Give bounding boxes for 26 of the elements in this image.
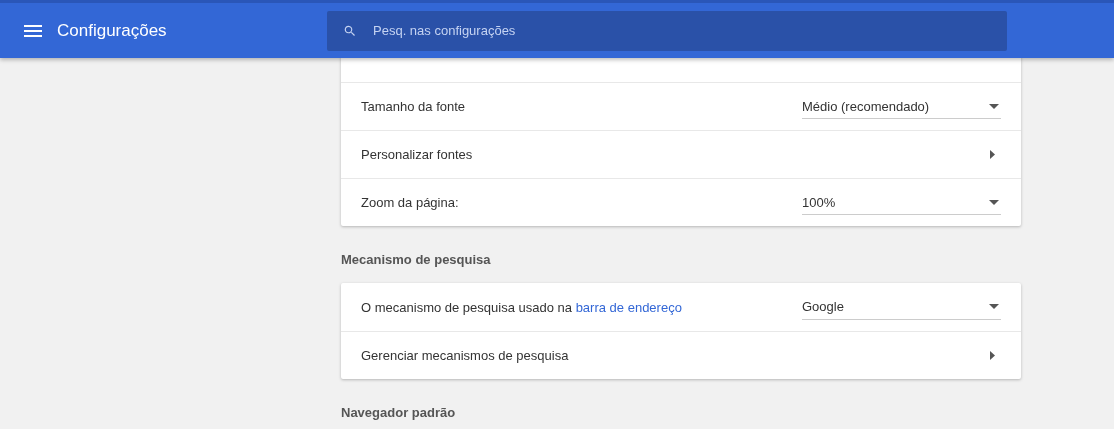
row-label: O mecanismo de pesquisa usado na barra de endereço	[361, 299, 683, 315]
caret-icon	[989, 304, 999, 309]
search-field[interactable]: Pesq. nas configurações	[327, 10, 1007, 51]
row-label: Gerenciar mecanismos de pesquisa	[361, 348, 570, 363]
dropdown[interactable]: Google	[802, 294, 1001, 320]
dropdown[interactable]: Médio (recomendado)	[802, 94, 1001, 119]
address-bar-link[interactable]: barra de endereço	[575, 299, 682, 315]
caret-icon	[989, 199, 999, 205]
row-label: Zoom da página:	[361, 195, 460, 210]
arrow-right-icon	[990, 351, 995, 360]
settings-row[interactable]: O mecanismo de pesquisa usado na barra de endereço Google	[341, 283, 1021, 331]
row-label: Personalizar fontes	[361, 147, 474, 162]
search-icon	[343, 23, 357, 38]
arrow-right-icon	[990, 150, 995, 159]
caret-icon	[989, 103, 999, 109]
row-label: Tamanho da fonte	[361, 99, 467, 114]
page-title: Configurações	[57, 20, 168, 41]
settings-row[interactable]: Tamanho da fonte Médio (recomendado)	[341, 82, 1021, 130]
search-input[interactable]: Pesq. nas configurações	[371, 22, 1007, 39]
menu-icon[interactable]	[24, 24, 42, 37]
settings-row[interactable]: Personalizar fontes	[341, 130, 1021, 178]
section-heading: Navegador padrão	[341, 404, 457, 420]
section-heading: Mecanismo de pesquisa	[341, 251, 492, 267]
dropdown[interactable]: 100%	[802, 190, 1001, 215]
settings-row[interactable]: Zoom da página: 100%	[341, 178, 1021, 226]
settings-row[interactable]: Gerenciar mecanismos de pesquisa	[341, 331, 1021, 379]
